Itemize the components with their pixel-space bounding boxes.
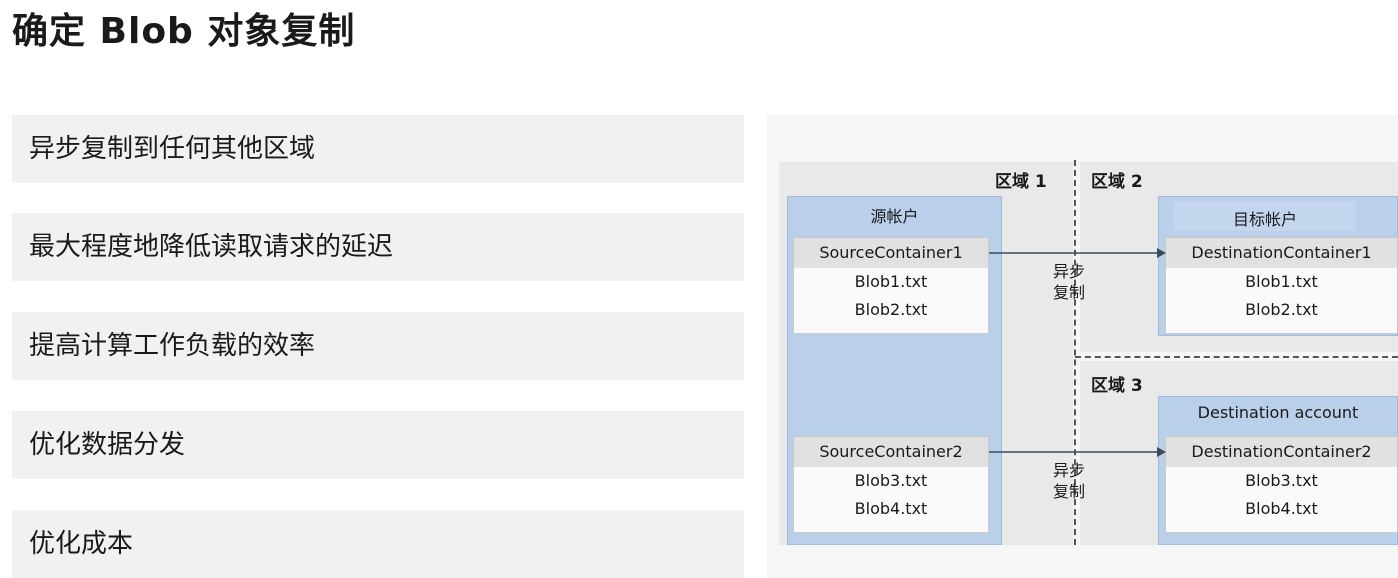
container-name: DestinationContainer1 xyxy=(1166,238,1397,268)
destination-container-2: DestinationContainer2 Blob3.txt Blob4.tx… xyxy=(1165,436,1398,533)
bullet-item: 提高计算工作负载的效率 xyxy=(12,312,744,380)
blob-item: Blob3.txt xyxy=(1245,471,1318,490)
blob-item: Blob2.txt xyxy=(1245,300,1318,319)
arrow-label-1: 异步 复制 xyxy=(1053,262,1086,302)
source-container-1: SourceContainer1 Blob1.txt Blob2.txt xyxy=(793,237,989,334)
bullet-item: 最大程度地降低读取请求的延迟 xyxy=(12,213,744,281)
page-title: 确定 Blob 对象复制 xyxy=(12,11,356,52)
destination-container-1: DestinationContainer1 Blob1.txt Blob2.tx… xyxy=(1165,237,1398,334)
replication-arrow-2 xyxy=(989,447,1166,457)
blob-item: Blob3.txt xyxy=(854,471,928,490)
source-account-title: 源帐户 xyxy=(870,207,919,226)
region-3-label: 区域 3 xyxy=(1091,376,1143,396)
destination-account-1-title: 目标帐户 xyxy=(1232,210,1297,229)
bullet-item: 优化成本 xyxy=(12,510,744,578)
container-name: DestinationContainer2 xyxy=(1166,437,1397,467)
region-divider-horizontal xyxy=(1075,356,1398,358)
blob-item: Blob4.txt xyxy=(1245,499,1318,518)
replication-arrow-1 xyxy=(989,248,1166,258)
bullet-item: 异步复制到任何其他区域 xyxy=(12,115,744,183)
container-name: SourceContainer2 xyxy=(794,437,988,467)
blob-item: Blob2.txt xyxy=(854,300,928,319)
source-container-2: SourceContainer2 Blob3.txt Blob4.txt xyxy=(793,436,989,533)
replication-diagram: 区域 1 区域 2 区域 3 源帐户 SourceContainer1 Blob… xyxy=(767,115,1398,578)
blob-item: Blob1.txt xyxy=(1245,272,1318,291)
arrow-label-2: 异步 复制 xyxy=(1053,461,1086,501)
destination-account-2-title: Destination account xyxy=(1197,403,1359,422)
blob-item: Blob4.txt xyxy=(854,499,928,518)
region-1-label: 区域 1 xyxy=(995,172,1047,192)
container-name: SourceContainer1 xyxy=(794,238,988,268)
region-2-label: 区域 2 xyxy=(1091,172,1143,192)
bullet-item: 优化数据分发 xyxy=(12,411,744,479)
blob-item: Blob1.txt xyxy=(854,272,928,291)
